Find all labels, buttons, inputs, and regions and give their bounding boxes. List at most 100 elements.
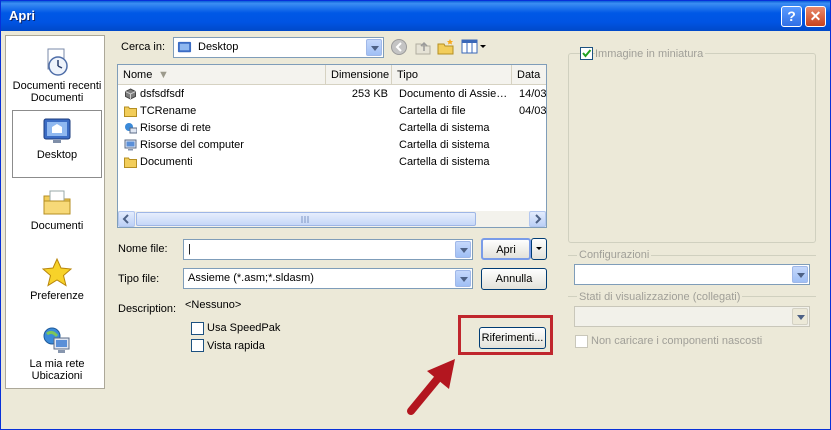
file-name: TCRename — [140, 105, 197, 117]
configurations-label: Configurazioni — [577, 249, 652, 261]
checkmark-icon — [582, 49, 592, 58]
file-name-label: Nome file: — [118, 243, 168, 255]
place-favorites[interactable]: Preferenze — [12, 252, 102, 320]
file-row[interactable]: TCRename Cartella di file 04/03 — [118, 103, 546, 120]
file-date — [519, 137, 546, 154]
quick-view-label: Vista rapida — [207, 340, 265, 352]
folder-icon — [124, 106, 137, 117]
look-in-value: Desktop — [198, 41, 239, 53]
desktop-icon — [43, 118, 71, 143]
close-button[interactable]: ✕ — [805, 6, 826, 27]
place-desktop[interactable]: Desktop — [12, 110, 102, 178]
speedpak-checkbox[interactable] — [191, 322, 204, 335]
file-size — [326, 137, 388, 154]
place-label: Desktop — [36, 149, 78, 161]
column-header-size[interactable]: Dimensione — [326, 65, 392, 85]
documents-folder-icon — [43, 190, 71, 215]
column-header-type[interactable]: Tipo — [392, 65, 512, 85]
file-type: Documento di Assie… — [399, 88, 508, 100]
chevron-down-icon[interactable] — [366, 39, 382, 56]
recent-documents-icon — [47, 48, 68, 76]
folder-icon — [124, 157, 137, 168]
new-folder-icon[interactable] — [437, 38, 455, 56]
window-title: Apri — [9, 8, 35, 23]
file-size — [326, 154, 388, 171]
configurations-select[interactable] — [574, 264, 810, 285]
thumbnail-panel — [568, 53, 816, 243]
file-list[interactable]: Nome ▼ Dimensione Tipo Data dsfsdfsdf 25… — [117, 64, 547, 228]
places-bar: Documenti recenti Documenti Desktop Docu… — [5, 35, 105, 389]
file-name: Documenti — [140, 156, 193, 168]
file-type: Cartella di sistema — [399, 122, 490, 134]
file-row[interactable]: Risorse del computer Cartella di sistema — [118, 137, 546, 154]
computer-icon — [124, 139, 137, 151]
network-places-icon — [43, 327, 70, 353]
cancel-button[interactable]: Annulla — [481, 268, 547, 290]
display-states-label: Stati di visualizzazione (collegati) — [577, 291, 743, 303]
file-list-header: Nome ▼ Dimensione Tipo Data — [118, 65, 546, 85]
hide-components-label: Non caricare i componenti nascosti — [591, 335, 763, 347]
place-documents[interactable]: Documenti — [12, 182, 102, 250]
chevron-down-icon[interactable] — [455, 241, 471, 258]
file-row[interactable]: Risorse di rete Cartella di sistema — [118, 120, 546, 137]
up-folder-icon[interactable] — [414, 38, 432, 56]
horizontal-scrollbar[interactable] — [118, 211, 546, 227]
description-value: <Nessuno> — [185, 299, 242, 311]
file-row[interactable]: Documenti Cartella di sistema — [118, 154, 546, 171]
file-name: Risorse di rete — [140, 122, 211, 134]
file-date — [519, 120, 546, 137]
open-dialog: Apri ? ✕ Documenti recenti Documenti Des… — [0, 0, 831, 430]
file-type-select[interactable]: Assieme (*.asm;*.sldasm) — [183, 268, 473, 289]
file-row[interactable]: dsfsdfsdf 253 KB Documento di Assie… 14/… — [118, 86, 546, 103]
column-header-name[interactable]: Nome ▼ — [118, 65, 326, 85]
quick-view-checkbox[interactable] — [191, 339, 204, 352]
place-recent-documents[interactable]: Documenti recenti Documenti — [12, 42, 102, 110]
description-label: Description: — [118, 303, 177, 315]
red-arrow-icon — [407, 359, 455, 415]
scroll-right-button[interactable] — [529, 211, 546, 227]
look-in-label: Cerca in: — [121, 41, 166, 53]
help-button[interactable]: ? — [781, 6, 802, 27]
sort-arrow-icon: ▼ — [158, 69, 169, 81]
file-type-label: Tipo file: — [118, 273, 160, 285]
file-date: 14/03 — [519, 88, 546, 100]
chevron-down-icon — [536, 247, 542, 250]
open-options-button[interactable] — [531, 238, 547, 260]
look-in-select[interactable]: Desktop — [173, 37, 384, 58]
file-size — [326, 103, 388, 120]
file-type: Cartella di file — [399, 105, 466, 117]
thumbnail-checkbox[interactable] — [580, 47, 593, 60]
file-type: Cartella di sistema — [399, 139, 490, 151]
chevron-down-icon[interactable] — [792, 266, 808, 283]
chevron-down-icon[interactable] — [792, 308, 808, 325]
chevron-left-icon — [122, 214, 129, 224]
back-icon[interactable] — [390, 38, 408, 56]
desktop-small-icon — [177, 41, 192, 53]
file-name-value: | — [188, 243, 191, 255]
network-icon — [125, 123, 137, 134]
title-bar[interactable]: Apri ? ✕ — [1, 1, 830, 31]
place-label: Documenti recenti Documenti — [12, 80, 102, 104]
place-label: Preferenze — [30, 290, 84, 302]
display-states-select[interactable] — [574, 306, 810, 327]
file-date — [519, 154, 546, 171]
file-type-value: Assieme (*.asm;*.sldasm) — [188, 272, 314, 284]
file-size: 253 KB — [351, 88, 388, 100]
scroll-thumb[interactable] — [136, 212, 476, 226]
chevron-down-icon[interactable] — [455, 270, 471, 287]
open-button[interactable]: Apri — [481, 238, 531, 260]
thumbnail-label: Immagine in miniatura — [595, 48, 706, 60]
view-menu-icon[interactable] — [461, 38, 487, 56]
place-label: Documenti — [30, 220, 84, 232]
file-name-input[interactable]: | — [183, 239, 473, 260]
chevron-right-icon — [535, 214, 542, 224]
speedpak-label: Usa SpeedPak — [207, 322, 281, 334]
file-name: Risorse del computer — [140, 139, 244, 151]
favorites-star-icon — [41, 257, 73, 287]
grip-icon — [301, 216, 309, 223]
place-network[interactable]: La mia rete Ubicazioni — [12, 320, 102, 388]
scroll-left-button[interactable] — [118, 211, 135, 227]
hide-components-checkbox[interactable] — [575, 335, 588, 348]
column-header-date[interactable]: Data — [512, 65, 546, 85]
highlight-box — [458, 315, 553, 355]
